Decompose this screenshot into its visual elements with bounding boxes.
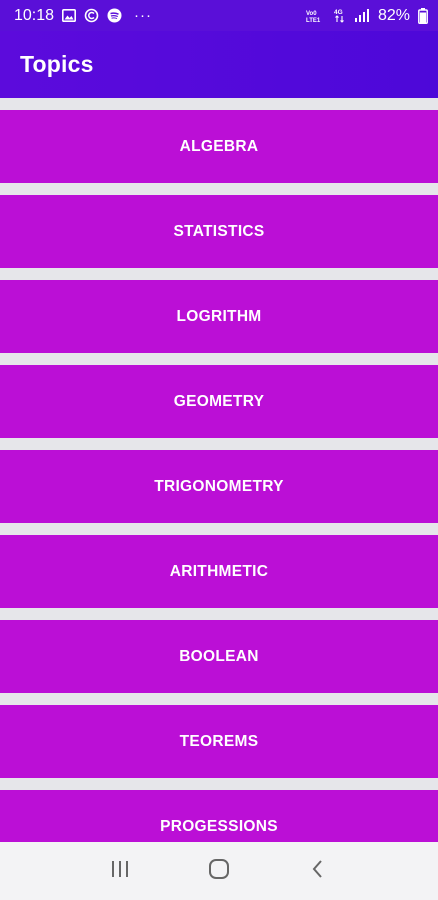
spotify-icon	[107, 8, 122, 23]
battery-percent: 82%	[377, 6, 410, 24]
volte-icon: Vo0 LTE1	[306, 9, 326, 23]
app-bar: Topics	[0, 31, 438, 98]
svg-text:4G: 4G	[334, 9, 343, 16]
battery-icon	[418, 7, 428, 24]
status-left: 10:18 ···	[14, 7, 152, 25]
topic-button-arithmetic[interactable]: ARITHMETIC	[0, 535, 438, 608]
navigation-bar	[0, 842, 438, 900]
topic-button-trigonometry[interactable]: TRIGONOMETRY	[0, 450, 438, 523]
signal-icon	[354, 9, 370, 22]
topic-button-logrithm[interactable]: LOGRITHM	[0, 280, 438, 353]
more-notifications: ···	[134, 7, 153, 24]
home-icon	[208, 858, 230, 885]
sync-icon	[84, 8, 99, 23]
topic-button-boolean[interactable]: BOOLEAN	[0, 620, 438, 693]
status-right: Vo0 LTE1 4G 82%	[306, 7, 428, 25]
topic-button-statistics[interactable]: STATISTICS	[0, 195, 438, 268]
home-button[interactable]	[195, 851, 243, 891]
topic-list[interactable]: ALGEBRA STATISTICS LOGRITHM GEOMETRY TRI…	[0, 98, 438, 842]
svg-text:LTE1: LTE1	[306, 18, 321, 23]
recent-apps-icon	[110, 860, 130, 883]
recent-apps-button[interactable]	[96, 851, 144, 891]
page-title: Topics	[20, 51, 94, 77]
topic-button-geometry[interactable]: GEOMETRY	[0, 365, 438, 438]
data-4g-icon: 4G	[334, 8, 346, 23]
topic-button-algebra[interactable]: ALGEBRA	[0, 110, 438, 183]
topic-button-teorems[interactable]: TEOREMS	[0, 705, 438, 778]
svg-text:Vo0: Vo0	[306, 11, 317, 17]
back-icon	[311, 859, 325, 884]
back-button[interactable]	[294, 851, 342, 891]
gallery-icon	[62, 9, 77, 22]
topic-button-progessions[interactable]: PROGESSIONS	[0, 790, 438, 842]
status-bar: 10:18 ··· Vo0 LTE1 4G 82%	[0, 0, 438, 31]
status-time: 10:18	[14, 6, 55, 24]
